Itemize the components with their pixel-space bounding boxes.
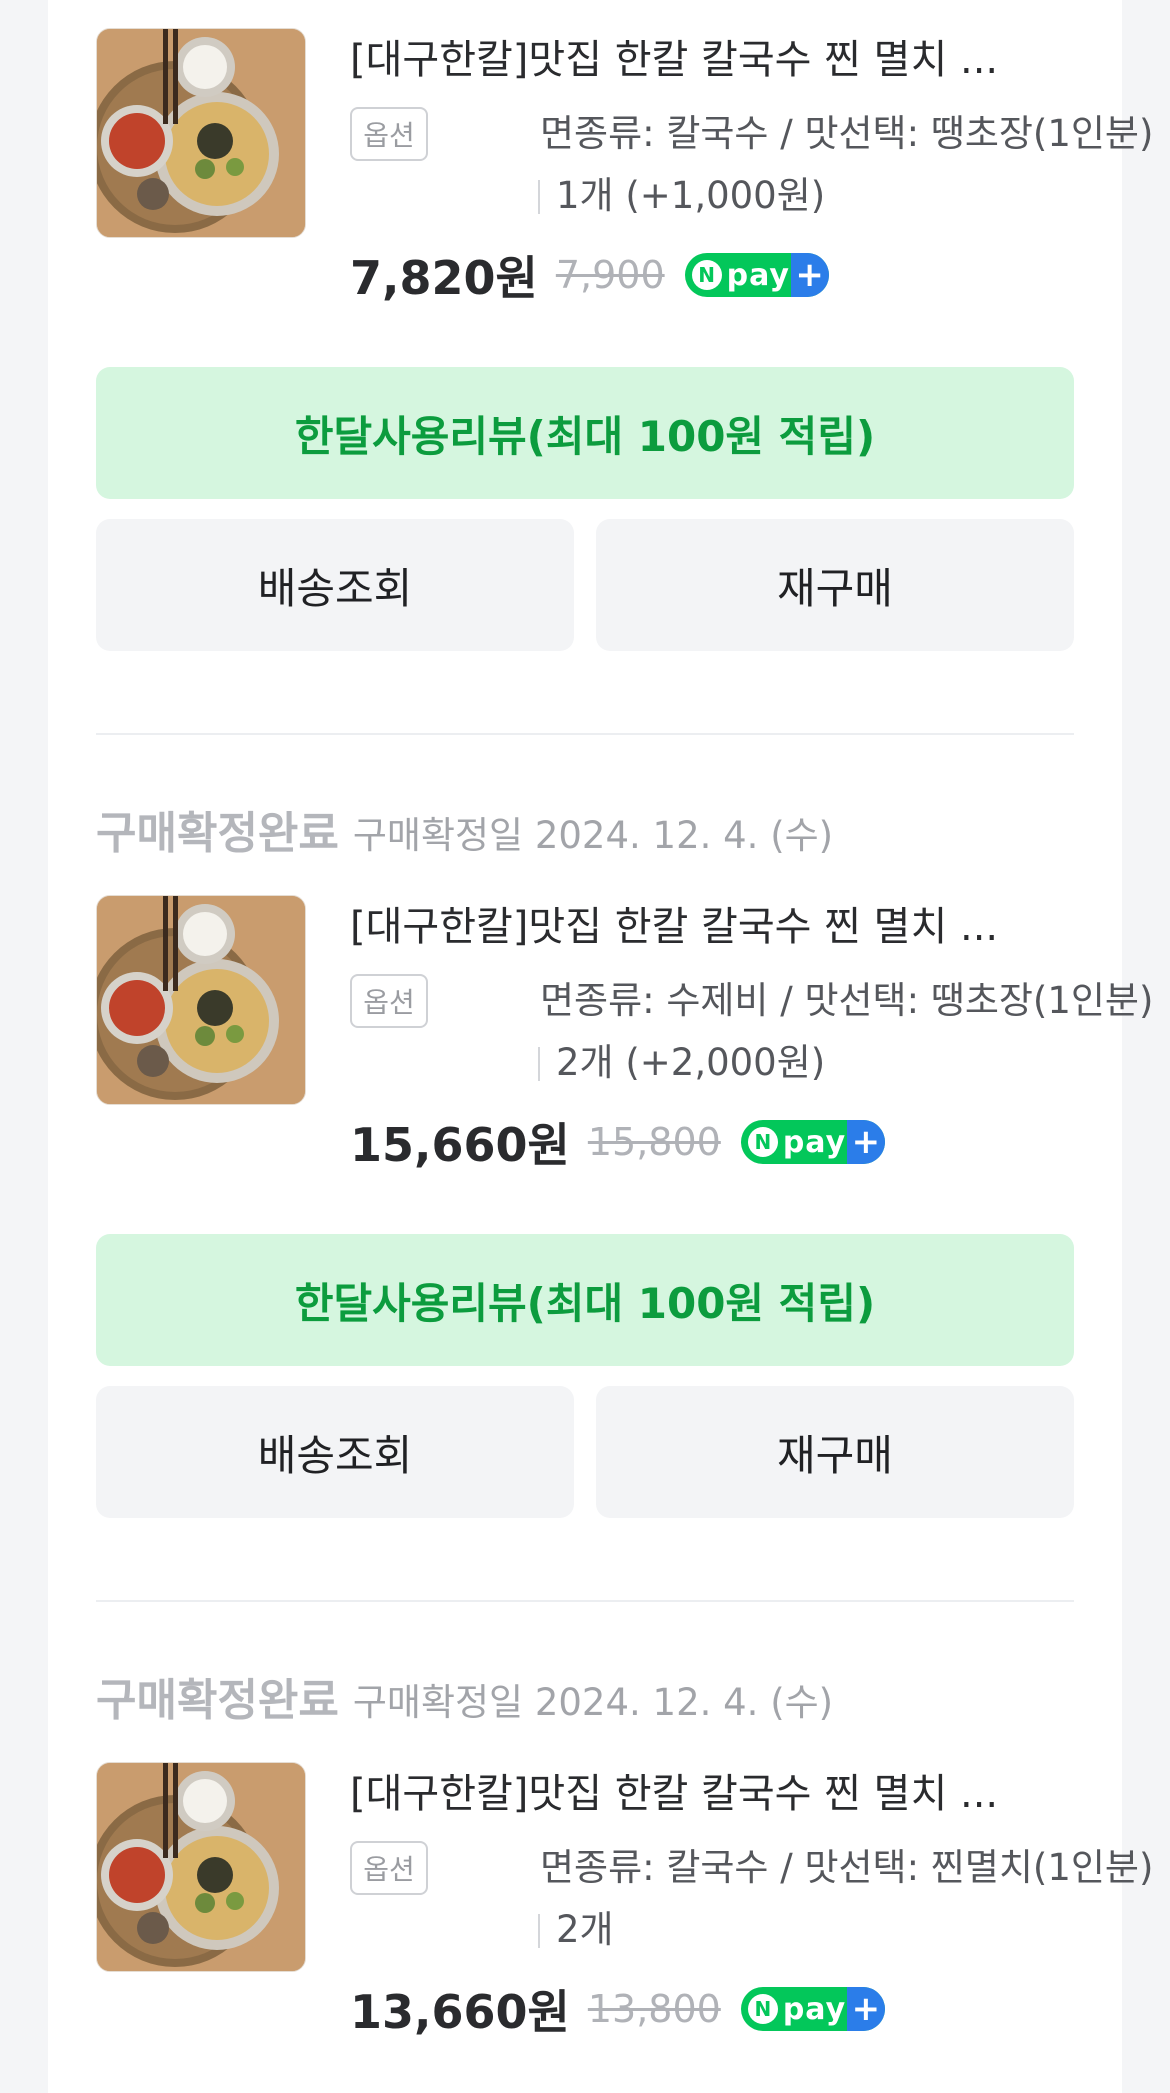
order-status-line: 구매확정완료 구매확정일 2024. 12. 4. (수) [96,1664,834,1726]
quantity-text: 2개 (+2,000원) [556,1041,826,1084]
quantity-divider [538,1914,540,1948]
quantity-text: 2개 [556,1908,614,1951]
product-title[interactable]: [대구한칼]맛집 한칼 칼국수 찐 멸치 ... [350,897,1074,957]
product-thumbnail[interactable] [96,28,306,238]
order-item: [대구한칼]맛집 한칼 칼국수 찐 멸치 ... 옵션 면종류: 칼국수 / 맛… [96,0,1153,735]
order-divider [96,733,1074,735]
delivery-tracking-button[interactable]: 배송조회 [96,1386,574,1518]
plus-icon: + [790,253,829,297]
sale-price: 13,660원 [350,1985,570,2039]
order-list-card: [대구한칼]맛집 한칼 칼국수 찐 멸치 ... 옵션 면종류: 칼국수 / 맛… [48,0,1153,2093]
quantity-divider [538,1047,540,1081]
product-thumbnail[interactable] [96,895,306,1105]
npay-label: pay [726,257,790,293]
npay-plus-badge: N pay + [740,1987,885,2031]
option-text: 면종류: 칼국수 / 맛선택: 땡초장(1인분) [540,112,1154,155]
order-status: 구매확정완료 [96,1675,339,1726]
npay-label: pay [782,1124,847,1160]
plus-icon: + [846,1987,885,2031]
sale-price: 15,660원 [350,1118,570,1172]
npay-n-icon: N [747,1994,778,2024]
npay-n-icon: N [691,260,722,290]
kalguksu-food-image [97,896,305,1104]
original-price: 15,800 [587,1120,721,1164]
sale-price: 7,820원 [350,251,538,305]
npay-label: pay [782,1991,847,2027]
kalguksu-food-image [97,1763,305,1971]
product-thumbnail[interactable] [96,1762,306,1972]
option-tag: 옵션 [350,974,428,1028]
price-row: 7,820원 7,900 N pay + [350,240,829,310]
delivery-tracking-button[interactable]: 배송조회 [96,519,574,651]
quantity-text: 1개 (+1,000원) [556,174,826,217]
npay-n-icon: N [747,1127,778,1157]
rebuy-button[interactable]: 재구매 [596,519,1074,651]
option-tag: 옵션 [350,107,428,161]
order-item: 구매확정완료 구매확정일 2024. 12. 4. (수) [대구한칼]맛집 한… [96,770,1153,1602]
rebuy-button[interactable]: 재구매 [596,1386,1074,1518]
order-divider [96,1600,1074,1602]
product-title[interactable]: [대구한칼]맛집 한칼 칼국수 찐 멸치 ... [350,1764,1074,1824]
quantity-divider [538,180,540,214]
order-item: 구매확정완료 구매확정일 2024. 12. 4. (수) [대구한칼]맛집 한… [96,1637,1153,2093]
order-status: 구매확정완료 [96,808,339,859]
confirm-date: 구매확정일 2024. 12. 4. (수) [352,814,834,857]
review-button[interactable]: 한달사용리뷰(최대 100원 적립) [96,1234,1074,1366]
confirm-date: 구매확정일 2024. 12. 4. (수) [352,1681,834,1724]
npay-plus-badge: N pay + [740,1120,885,1164]
review-button[interactable]: 한달사용리뷰(최대 100원 적립) [96,367,1074,499]
kalguksu-food-image [97,29,305,237]
original-price: 7,900 [555,253,665,297]
npay-plus-badge: N pay + [684,253,829,297]
price-row: 15,660원 15,800 N pay + [350,1107,885,1177]
product-title[interactable]: [대구한칼]맛집 한칼 칼국수 찐 멸치 ... [350,30,1074,90]
original-price: 13,800 [587,1987,721,2031]
option-text: 면종류: 수제비 / 맛선택: 땡초장(1인분) [540,979,1154,1022]
option-tag: 옵션 [350,1841,428,1895]
order-status-line: 구매확정완료 구매확정일 2024. 12. 4. (수) [96,797,834,859]
option-text: 면종류: 칼국수 / 맛선택: 찐멸치(1인분) [540,1846,1154,1889]
price-row: 13,660원 13,800 N pay + [350,1974,885,2044]
plus-icon: + [846,1120,885,1164]
